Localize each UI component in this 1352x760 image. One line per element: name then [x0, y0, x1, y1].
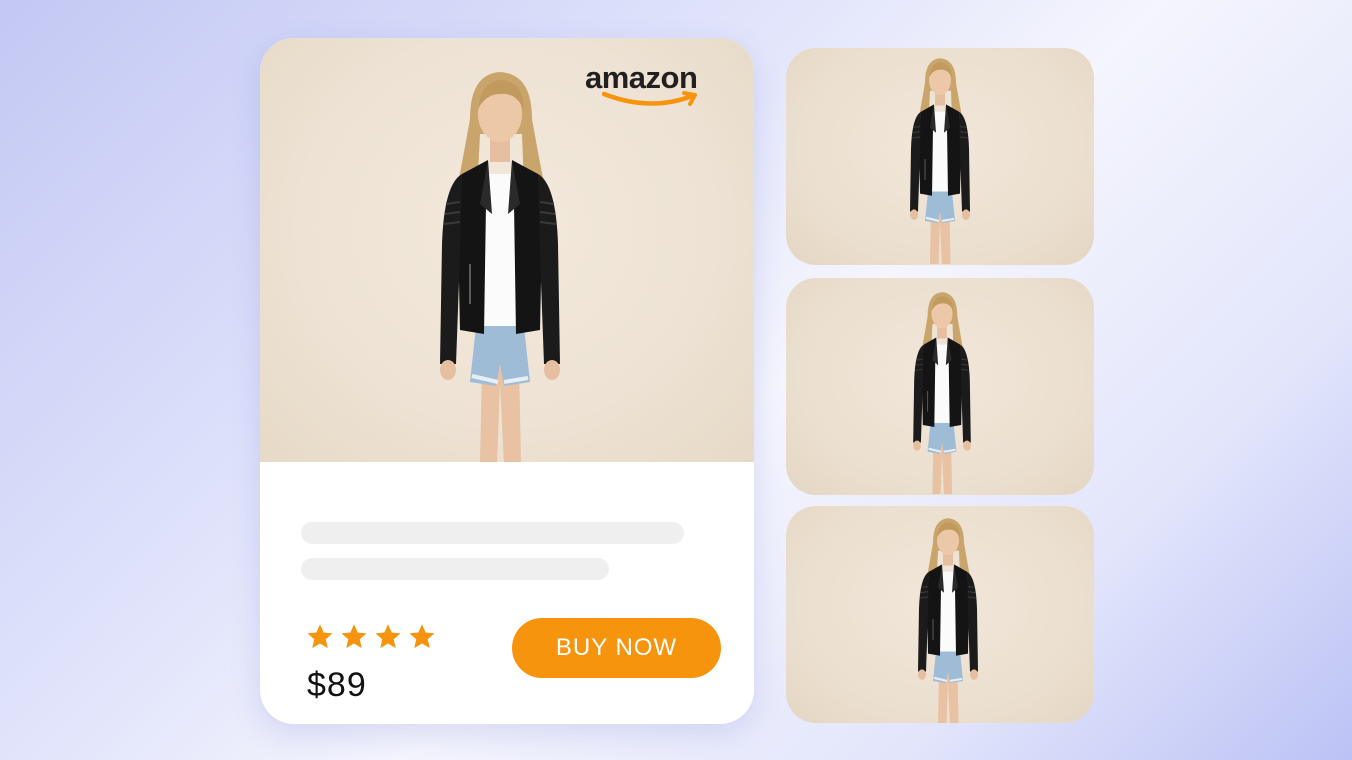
- product-card: amazon $89 BUY NOW: [260, 38, 754, 724]
- thumbnail-image[interactable]: [786, 506, 1094, 723]
- star-icon: [373, 622, 403, 652]
- star-icon: [339, 622, 369, 652]
- product-price: $89: [307, 666, 367, 704]
- model-figure-image: [898, 514, 998, 723]
- title-placeholder-line: [301, 522, 684, 544]
- thumbnail-image[interactable]: [786, 48, 1094, 265]
- star-icon: [305, 622, 335, 652]
- star-icon: [407, 622, 437, 652]
- subtitle-placeholder-line: [301, 558, 609, 580]
- thumbnail-image[interactable]: [786, 278, 1094, 495]
- model-figure-image: [400, 64, 600, 462]
- product-main-image[interactable]: amazon: [260, 38, 754, 462]
- product-details: $89 BUY NOW: [260, 462, 754, 724]
- buy-now-button[interactable]: BUY NOW: [512, 618, 721, 678]
- amazon-smile-icon: [602, 91, 697, 106]
- model-figure-image: [890, 54, 990, 264]
- amazon-logo-icon: amazon: [582, 60, 722, 112]
- star-rating: [305, 622, 437, 652]
- model-figure-image: [894, 288, 990, 494]
